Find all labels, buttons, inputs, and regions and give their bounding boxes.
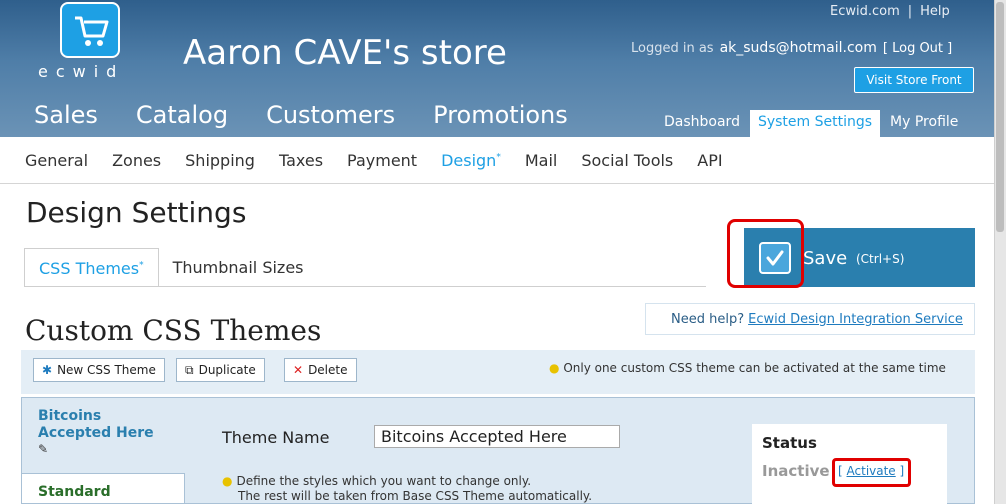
tab-my-profile[interactable]: My Profile — [882, 110, 966, 137]
settings-nav-general[interactable]: General — [25, 151, 88, 183]
settings-nav-zones[interactable]: Zones — [112, 151, 161, 183]
sub-nav: Dashboard System Settings My Profile — [656, 110, 966, 137]
top-links: Ecwid.com | Help — [830, 4, 950, 19]
ecwid-logo[interactable] — [60, 2, 120, 58]
toolbar-note: ● Only one custom CSS theme can be activ… — [549, 361, 946, 375]
define-note-line-2: The rest will be taken from Base CSS The… — [238, 489, 593, 503]
theme-list: Bitcoins Accepted Here ✎ Standard — [22, 398, 185, 503]
nav-catalog[interactable]: Catalog — [136, 101, 228, 129]
delete-label: Delete — [308, 363, 348, 377]
main-nav: Sales Catalog Customers Promotions — [34, 101, 606, 129]
ecwid-com-link[interactable]: Ecwid.com — [830, 4, 900, 19]
visit-store-front-button[interactable]: Visit Store Front — [854, 67, 974, 93]
settings-nav-taxes[interactable]: Taxes — [279, 151, 323, 183]
theme-name-line-1: Bitcoins — [38, 408, 102, 424]
theme-name-label: Theme Name — [222, 428, 330, 447]
theme-list-item-selected[interactable]: Bitcoins Accepted Here ✎ — [22, 398, 185, 474]
app-header: ecwid Aaron CAVE's store Ecwid.com | Help … — [0, 0, 994, 137]
new-icon: ✱ — [42, 363, 53, 377]
new-css-theme-button[interactable]: ✱ New CSS Theme — [33, 358, 165, 382]
help-box: Need help? Ecwid Design Integration Servi… — [645, 303, 975, 335]
tab-css-themes-label: CSS Themes — [39, 259, 140, 278]
tab-thumbnail-sizes[interactable]: Thumbnail Sizes — [159, 248, 318, 287]
unsaved-marker: * — [139, 260, 144, 271]
duplicate-label: Duplicate — [198, 363, 256, 377]
settings-nav-social-tools[interactable]: Social Tools — [581, 151, 673, 183]
highlight-box — [832, 458, 911, 487]
status-title: Status — [762, 434, 817, 452]
theme-editor-panel: Bitcoins Accepted Here ✎ Standard Theme … — [21, 397, 975, 504]
store-title: Aaron CAVE's store — [183, 33, 507, 73]
delete-icon: ✕ — [293, 363, 304, 377]
settings-nav-design-label: Design — [441, 151, 497, 170]
lightbulb-icon: ● — [222, 474, 233, 488]
pencil-icon[interactable]: ✎ — [38, 442, 185, 456]
logged-in-label: Logged in as — [631, 41, 714, 56]
status-value: Inactive — [762, 462, 830, 480]
unsaved-marker: * — [496, 152, 501, 163]
settings-nav-mail[interactable]: Mail — [525, 151, 558, 183]
separator: | — [907, 4, 913, 19]
cart-icon — [75, 16, 109, 46]
themes-toolbar: ✱ New CSS Theme ⧉ Duplicate ✕ Delete ● Only… — [21, 350, 975, 394]
tab-dashboard[interactable]: Dashboard — [656, 110, 748, 137]
logo-text: ecwid — [38, 62, 125, 81]
settings-nav-payment[interactable]: Payment — [347, 151, 417, 183]
settings-nav: General Zones Shipping Taxes Payment Des… — [0, 137, 994, 184]
tab-css-themes[interactable]: CSS Themes* — [24, 248, 159, 287]
logout-link[interactable]: [ Log Out ] — [883, 41, 952, 56]
design-tabs: CSS Themes* Thumbnail Sizes — [24, 248, 318, 287]
highlight-box — [727, 219, 804, 288]
settings-nav-api[interactable]: API — [697, 151, 722, 183]
lightbulb-icon: ● — [549, 361, 560, 375]
delete-button[interactable]: ✕ Delete — [284, 358, 357, 382]
design-service-link[interactable]: Ecwid Design Integration Service — [748, 312, 963, 327]
new-css-theme-label: New CSS Theme — [57, 363, 156, 377]
define-note-line-1: Define the styles which you want to chan… — [236, 474, 532, 488]
settings-nav-shipping[interactable]: Shipping — [185, 151, 255, 183]
page-title: Design Settings — [26, 196, 247, 229]
duplicate-button[interactable]: ⧉ Duplicate — [176, 358, 265, 382]
tabs-divider — [24, 286, 706, 287]
duplicate-icon: ⧉ — [185, 363, 194, 377]
scrollbar-thumb[interactable] — [996, 2, 1004, 232]
theme-name-line-2: Accepted Here — [38, 425, 154, 441]
save-label: Save — [803, 248, 848, 269]
user-email: ak_suds@hotmail.com — [719, 40, 877, 56]
settings-nav-design[interactable]: Design* — [441, 151, 501, 183]
section-title: Custom CSS Themes — [25, 314, 322, 347]
nav-sales[interactable]: Sales — [34, 101, 98, 129]
theme-name-input[interactable] — [374, 425, 620, 448]
help-text: Need help? — [671, 312, 745, 327]
nav-promotions[interactable]: Promotions — [433, 101, 568, 129]
save-shortcut-hint: (Ctrl+S) — [856, 252, 905, 266]
nav-customers[interactable]: Customers — [266, 101, 395, 129]
define-styles-note: ● Define the styles which you want to cha… — [222, 474, 592, 504]
toolbar-note-text: Only one custom CSS theme can be activat… — [563, 361, 946, 375]
login-info: Logged in as ak_suds@hotmail.com [ Log Out… — [631, 40, 952, 56]
help-link[interactable]: Help — [920, 4, 950, 19]
tab-system-settings[interactable]: System Settings — [749, 110, 881, 137]
theme-list-item[interactable]: Standard — [22, 473, 185, 503]
